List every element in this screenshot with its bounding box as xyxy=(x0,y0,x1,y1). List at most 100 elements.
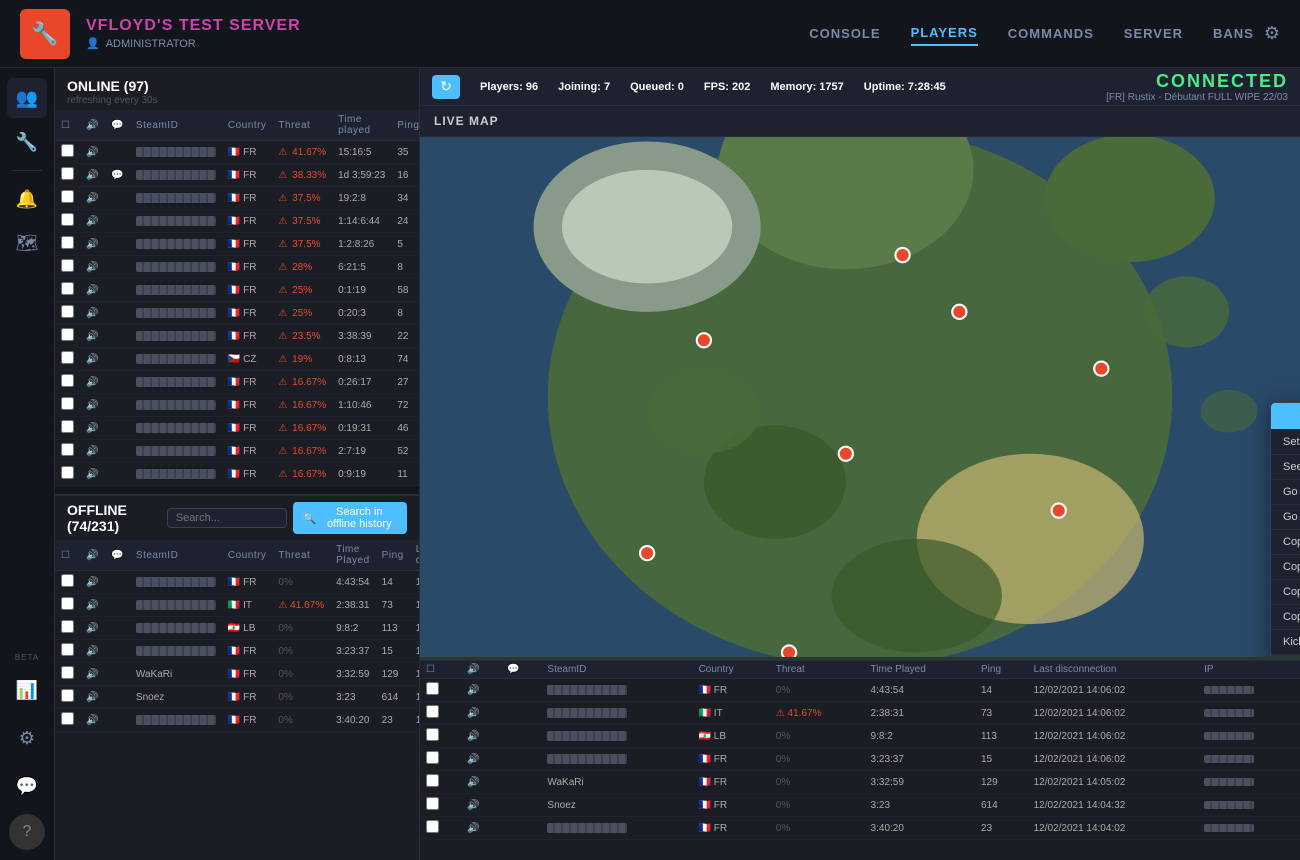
ctx-menu-item[interactable]: Copy network ID 2 xyxy=(1271,555,1300,580)
offline-player-row[interactable]: 🔊 🇫🇷 FR 0% 4:43:54 14 12/02/2021 14:06:0… xyxy=(55,571,420,594)
offline-player-row[interactable]: 🔊 🇫🇷 FR 0% 3:40:20 23 12/02/2021 14:04:0… xyxy=(55,709,420,732)
player-checkbox[interactable] xyxy=(55,233,80,256)
nav-bans[interactable]: BANS xyxy=(1213,22,1254,45)
off-player-checkbox[interactable] xyxy=(55,709,80,732)
offline-right-player-row[interactable]: 🔊 🇫🇷 FR 0% 3:23:37 15 12/02/2021 14:06:0… xyxy=(420,748,1300,771)
player-checkbox[interactable] xyxy=(55,394,80,417)
offline-player-row[interactable]: 🔊 🇮🇹 IT ⚠ 41.67% 2:38:31 73 12/02/2021 1… xyxy=(55,594,420,617)
off-player-chat xyxy=(105,709,130,732)
online-player-row[interactable]: 🔊 🇫🇷 FR ⚠ 16.67% 0:19:31 46 0:19:31 • xyxy=(55,417,420,440)
online-player-row[interactable]: 🔊 🇫🇷 FR ⚠ 28% 6:21:5 8 6:21:5 • xyxy=(55,256,420,279)
offline-right-player-row[interactable]: 🔊 🇮🇹 IT ⚠ 41.67% 2:38:31 73 12/02/2021 1… xyxy=(420,702,1300,725)
online-player-row[interactable]: 🔊 🇫🇷 FR ⚠ 16.67% 2:7:19 52 2:7:19 • xyxy=(55,440,420,463)
ctx-menu-item[interactable]: Copy SteamID 1 xyxy=(1271,530,1300,555)
ctx-menu-item[interactable]: Copy IP 4 xyxy=(1271,605,1300,630)
offline-player-row[interactable]: 🔊 🇫🇷 FR 0% 3:23:37 15 12/02/2021 14:06:0… xyxy=(55,640,420,663)
odr-checkbox[interactable] xyxy=(420,748,461,771)
offline-right-player-row[interactable]: 🔊 🇫🇷 FR 0% 4:43:54 14 12/02/2021 14:06:0… xyxy=(420,679,1300,702)
online-player-row[interactable]: 🔊 🇫🇷 FR ⚠ 37.5% 1:14:6:44 24 0:55:54 • xyxy=(55,210,420,233)
ctx-menu-item[interactable]: Go to Steam profile xyxy=(1271,480,1300,505)
online-player-row[interactable]: 🔊 🇫🇷 FR ⚠ 25% 0:20:3 8 0:20:3 • xyxy=(55,302,420,325)
nav-commands[interactable]: COMMANDS xyxy=(1008,22,1094,45)
player-checkbox[interactable] xyxy=(55,463,80,486)
sidebar-item-players[interactable]: 👥 xyxy=(7,78,47,118)
ctx-menu-item[interactable]: Kick k xyxy=(1271,630,1300,655)
off-player-checkbox[interactable] xyxy=(55,594,80,617)
player-speaker: 🔊 xyxy=(80,417,105,440)
odr-chat xyxy=(501,794,541,817)
nav-players[interactable]: PLAYERS xyxy=(911,21,978,46)
player-checkbox[interactable] xyxy=(55,164,80,187)
player-checkbox[interactable] xyxy=(55,141,80,164)
od-col-speaker: 🔊 xyxy=(461,661,501,679)
odr-checkbox[interactable] xyxy=(420,794,461,817)
online-player-row[interactable]: 🔊 💬 🇫🇷 FR ⚠ 38.33% 1d 3:59:23 16 1:4:32 … xyxy=(55,164,420,187)
player-checkbox[interactable] xyxy=(55,279,80,302)
odr-checkbox[interactable] xyxy=(420,702,461,725)
odr-checkbox[interactable] xyxy=(420,771,461,794)
player-checkbox[interactable] xyxy=(55,417,80,440)
off-player-checkbox[interactable] xyxy=(55,686,80,709)
offline-right-player-row[interactable]: 🔊 WaKaRi 🇫🇷 FR 0% 3:32:59 129 12/02/2021… xyxy=(420,771,1300,794)
off-player-checkbox[interactable] xyxy=(55,663,80,686)
sidebar-item-discord[interactable]: 💬 xyxy=(7,766,47,806)
off-player-checkbox[interactable] xyxy=(55,571,80,594)
off-player-checkbox[interactable] xyxy=(55,640,80,663)
online-player-row[interactable]: 🔊 🇫🇷 FR ⚠ 16.67% 0:26:17 27 0:26:17 • xyxy=(55,371,420,394)
sidebar-item-beta-feature[interactable]: 📊 xyxy=(7,670,47,710)
odr-ip xyxy=(1198,725,1300,748)
ctx-menu-item[interactable]: Go to RustAdmin profile xyxy=(1271,505,1300,530)
offline-right-player-row[interactable]: 🔊 🇱🇧 LB 0% 9:8:2 113 12/02/2021 14:06:02 xyxy=(420,725,1300,748)
odr-checkbox[interactable] xyxy=(420,725,461,748)
sidebar-item-map[interactable]: 🗺 xyxy=(7,223,47,263)
ctx-menu-item[interactable]: Copy Nickname 3 xyxy=(1271,580,1300,605)
player-checkbox[interactable] xyxy=(55,371,80,394)
odr-steamid xyxy=(541,725,692,748)
player-checkbox[interactable] xyxy=(55,210,80,233)
off-player-ping: 14 xyxy=(376,571,410,594)
settings-icon[interactable]: ⚙ xyxy=(1264,23,1280,44)
player-checkbox[interactable] xyxy=(55,187,80,210)
offline-player-row[interactable]: 🔊 Snoez 🇫🇷 FR 0% 3:23 614 12/02/2021 14:… xyxy=(55,686,420,709)
ctx-menu-item[interactable]: Set Marker ▶ xyxy=(1271,429,1300,455)
online-player-row[interactable]: 🔊 🇫🇷 FR ⚠ 23.5% 3:38:39 22 3:38:39 • xyxy=(55,325,420,348)
online-player-row[interactable]: 🔊 🇫🇷 FR ⚠ 41.67% 15:16:5 35 1:47:34 • xyxy=(55,141,420,164)
search-offline-button[interactable]: 🔍 Search in offline history xyxy=(293,502,407,534)
odr-ip xyxy=(1198,817,1300,840)
offline-search-input[interactable] xyxy=(167,508,287,528)
off-player-checkbox[interactable] xyxy=(55,617,80,640)
player-checkbox[interactable] xyxy=(55,440,80,463)
ctx-menu-item[interactable]: See notes xyxy=(1271,455,1300,480)
offline-right-player-row[interactable]: 🔊 Snoez 🇫🇷 FR 0% 3:23 614 12/02/2021 14:… xyxy=(420,794,1300,817)
ctx-menu-item[interactable]: Ban b xyxy=(1271,655,1300,657)
online-player-row[interactable]: 🔊 🇫🇷 FR ⚠ 37.5% 19:2:8 34 2:12:41 • xyxy=(55,187,420,210)
online-player-row[interactable]: 🔊 🇫🇷 FR ⚠ 16.67% 0:9:19 11 0:9:19 • xyxy=(55,463,420,486)
player-checkbox[interactable] xyxy=(55,256,80,279)
player-ping: 24 xyxy=(391,210,420,233)
online-player-row[interactable]: 🔊 🇫🇷 FR ⚠ 37.5% 1:2:8:26 5 2:18:26 • xyxy=(55,233,420,256)
odr-checkbox[interactable] xyxy=(420,817,461,840)
odr-checkbox[interactable] xyxy=(420,679,461,702)
odr-threat: ⚠ 41.67% xyxy=(770,702,865,725)
nav-server[interactable]: SERVER xyxy=(1124,22,1183,45)
offline-player-row[interactable]: 🔊 🇱🇧 LB 0% 9:8:2 113 12/02/2021 14:06:02 xyxy=(55,617,420,640)
nav-console[interactable]: CONSOLE xyxy=(809,22,880,45)
offline-right-player-row[interactable]: 🔊 🇫🇷 FR 0% 3:40:20 23 12/02/2021 14:04:0… xyxy=(420,817,1300,840)
player-checkbox[interactable] xyxy=(55,348,80,371)
player-speaker: 🔊 xyxy=(80,187,105,210)
refresh-button[interactable]: ↻ xyxy=(432,75,460,99)
sidebar-item-settings[interactable]: ⚙ xyxy=(7,718,47,758)
offline-player-row[interactable]: 🔊 WaKaRi 🇫🇷 FR 0% 3:32:59 129 12/02/2021… xyxy=(55,663,420,686)
player-checkbox[interactable] xyxy=(55,325,80,348)
player-checkbox[interactable] xyxy=(55,302,80,325)
sidebar-item-alerts[interactable]: 🔔 xyxy=(7,179,47,219)
off-col-ping: Ping xyxy=(376,540,410,571)
sidebar-item-tools[interactable]: 🔧 xyxy=(7,122,47,162)
online-player-table: ☐ 🔊 💬 SteamID Country Threat Time played… xyxy=(55,110,420,486)
map-canvas[interactable]: Hemmy ♪♫ Set Marker ▶ See notes Go to St… xyxy=(420,137,1300,657)
online-player-row[interactable]: 🔊 🇨🇿 CZ ⚠ 19% 0:8:13 74 0:8:13 • xyxy=(55,348,420,371)
online-player-row[interactable]: 🔊 🇫🇷 FR ⚠ 25% 0:1:19 58 0:1:19 • xyxy=(55,279,420,302)
online-player-row[interactable]: 🔊 🇫🇷 FR ⚠ 16.67% 1:10:46 72 1:10:46 1176… xyxy=(55,394,420,417)
sidebar-item-help[interactable]: ? xyxy=(9,814,45,850)
player-ping: 8 xyxy=(391,256,420,279)
